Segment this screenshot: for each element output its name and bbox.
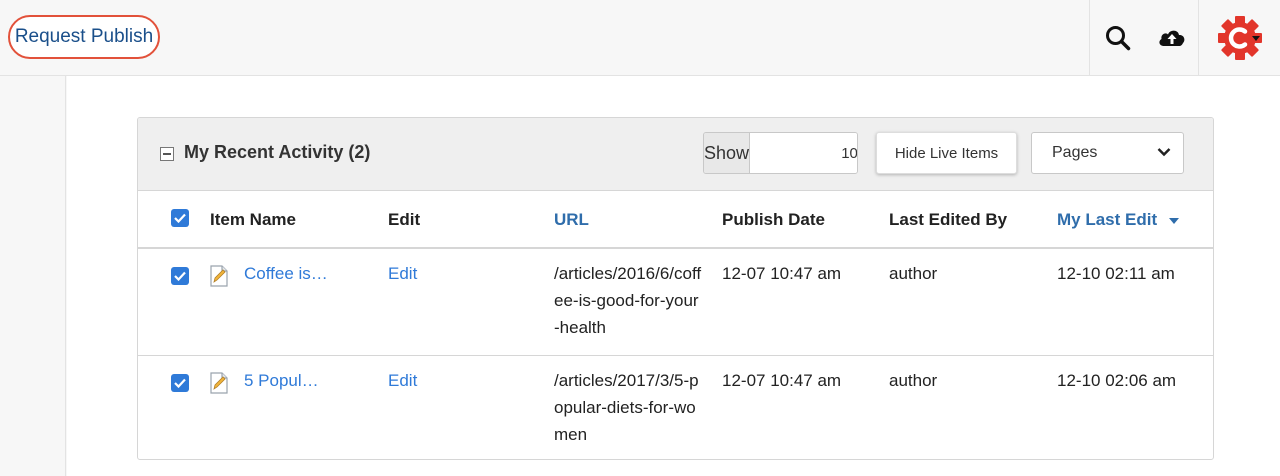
side-strip (0, 76, 66, 476)
col-my-last-edit[interactable]: My Last Edit (1057, 210, 1180, 230)
document-edit-icon (210, 265, 228, 287)
brand-menu-button[interactable] (1198, 0, 1280, 75)
top-toolbar: Request Publish (0, 0, 1280, 76)
search-button[interactable] (1089, 0, 1145, 75)
last-edited-by: author (889, 264, 938, 283)
checkmark-icon (174, 213, 186, 223)
last-edited-by: author (889, 371, 938, 390)
item-url: /articles/2017/3/5-popular-diets-for-wom… (554, 371, 699, 444)
sort-desc-icon (1168, 217, 1179, 224)
content-type-selected: Pages (1052, 144, 1098, 161)
upload-button[interactable] (1145, 0, 1198, 75)
activity-table: Item Name Edit URL Publish Date Last Edi… (138, 191, 1213, 459)
hide-live-items-button[interactable]: Hide Live Items (876, 132, 1017, 174)
row-checkbox[interactable] (171, 374, 189, 392)
recent-activity-widget: My Recent Activity (2) Show Hide Live It… (137, 117, 1214, 460)
publish-date: 12-07 10:47 am (722, 264, 842, 283)
table-row: 5 Popul… Edit /articles/2017/3/5-popular… (138, 355, 1213, 459)
search-icon (1105, 25, 1130, 50)
show-label: Show (704, 133, 751, 173)
item-name-link[interactable]: 5 Popul… (244, 367, 319, 394)
item-name-link[interactable]: Coffee is… (244, 260, 328, 287)
my-last-edit: 12-10 02:06 am (1057, 371, 1177, 390)
publish-date: 12-07 10:47 am (722, 371, 842, 390)
col-item-name[interactable]: Item Name (210, 210, 296, 230)
checkmark-icon (174, 378, 186, 388)
request-publish-button[interactable]: Request Publish (8, 15, 160, 59)
table-row: Coffee is… Edit /articles/2016/6/coffee-… (138, 249, 1213, 355)
show-count-group: Show (703, 132, 858, 174)
select-all-checkbox[interactable] (171, 209, 189, 227)
col-my-last-edit-label: My Last Edit (1057, 210, 1158, 229)
col-last-edited-by[interactable]: Last Edited By (889, 210, 1007, 230)
col-url[interactable]: URL (554, 210, 589, 230)
my-last-edit: 12-10 02:11 am (1057, 264, 1175, 283)
brand-logo-icon (1217, 15, 1262, 60)
collapse-toggle-icon[interactable] (160, 147, 174, 161)
table-header-row: Item Name Edit URL Publish Date Last Edi… (138, 191, 1213, 249)
item-url: /articles/2016/6/coffee-is-good-for-your… (554, 264, 702, 337)
row-checkbox[interactable] (171, 267, 189, 285)
checkmark-icon (174, 271, 186, 281)
col-publish-date[interactable]: Publish Date (722, 210, 825, 230)
col-edit: Edit (388, 210, 421, 229)
widget-title: My Recent Activity (2) (184, 142, 371, 162)
edit-link[interactable]: Edit (388, 367, 417, 394)
edit-link[interactable]: Edit (388, 260, 417, 287)
widget-header: My Recent Activity (2) Show Hide Live It… (138, 118, 1213, 191)
content-type-select[interactable]: Pages (1031, 132, 1184, 174)
show-count-input[interactable] (750, 133, 857, 173)
chevron-down-icon (1157, 148, 1171, 157)
cloud-upload-icon (1158, 30, 1184, 46)
document-edit-icon (210, 372, 228, 394)
